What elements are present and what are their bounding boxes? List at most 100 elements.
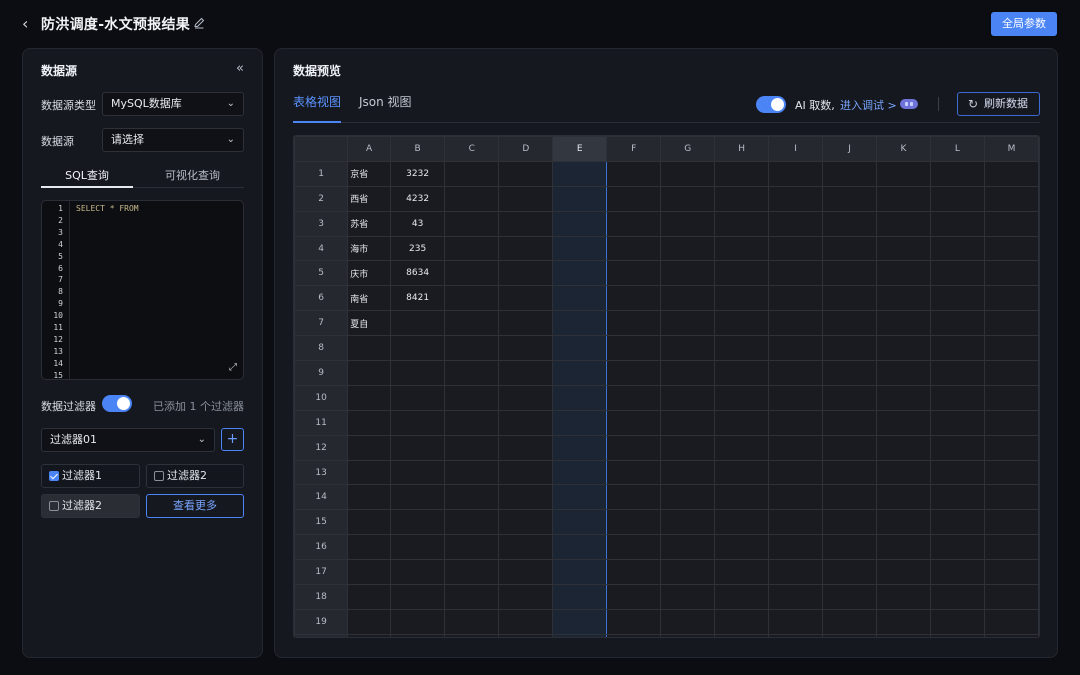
grid-cell[interactable] [660,559,716,586]
grid-cell[interactable] [875,360,931,386]
grid-cell[interactable] [875,608,931,635]
grid-cell[interactable] [606,384,662,411]
grid-cell[interactable] [389,534,446,561]
grid-cell[interactable] [389,459,446,486]
grid-cell[interactable] [714,584,770,610]
row-header[interactable]: 12 [294,434,349,461]
grid-cell[interactable]: 京省 [347,160,391,187]
grid-cell[interactable] [983,534,1039,561]
grid-cell[interactable] [875,235,931,262]
row-header[interactable]: 16 [294,534,349,561]
grid-cell[interactable] [606,335,662,362]
grid-cell[interactable] [552,459,608,486]
grid-cell[interactable] [714,459,770,486]
grid-cell[interactable] [714,509,770,536]
grid-cell[interactable] [347,509,391,536]
grid-cell[interactable] [606,160,662,187]
grid-cell[interactable] [498,185,554,212]
grid-cell[interactable] [606,235,662,262]
grid-cell[interactable] [822,285,877,312]
grid-cell[interactable] [822,335,877,362]
grid-cell[interactable] [444,235,500,262]
grid-cell[interactable] [875,559,931,586]
grid-cell[interactable] [929,260,985,287]
add-filter-button[interactable]: + [221,428,244,451]
grid-cell[interactable] [822,509,877,536]
grid-cell[interactable] [498,160,554,187]
grid-cell[interactable] [552,509,608,536]
column-header[interactable]: I [768,136,824,162]
grid-cell[interactable] [714,434,770,461]
grid-cell[interactable] [552,434,608,461]
grid-cell[interactable] [444,608,500,635]
grid-cell[interactable] [660,608,716,635]
grid-cell[interactable] [822,260,877,287]
grid-cell[interactable] [606,459,662,486]
grid-cell[interactable] [498,384,554,411]
grid-cell[interactable] [552,534,608,561]
grid-cell[interactable] [660,409,716,436]
grid-cell[interactable]: 苏省 [347,210,391,237]
grid-cell[interactable] [347,633,391,637]
grid-cell[interactable] [714,310,770,337]
checkbox-icon[interactable] [49,501,59,511]
spreadsheet-grid[interactable]: A B C D E F G H I J K L M 1 京省 3232 2 西省 4232 3 苏省 43 4 海市 235 5 庆… [293,135,1040,638]
grid-cell[interactable] [660,534,716,561]
grid-cell[interactable] [822,534,877,561]
row-header[interactable]: 6 [294,285,349,312]
grid-corner[interactable] [294,136,349,162]
grid-cell[interactable] [552,210,608,237]
grid-cell[interactable] [389,559,446,586]
grid-cell[interactable] [983,559,1039,586]
grid-cell[interactable] [660,633,716,637]
grid-cell[interactable] [768,484,824,511]
grid-cell[interactable] [389,310,446,337]
grid-cell[interactable] [929,384,985,411]
grid-cell[interactable] [347,559,391,586]
source-type-select[interactable]: MySQL数据库 ⌄ [102,92,244,116]
grid-cell[interactable] [875,434,931,461]
row-header[interactable]: 19 [294,608,349,635]
grid-cell[interactable] [822,584,877,610]
grid-cell[interactable] [875,335,931,362]
grid-cell[interactable] [498,260,554,287]
grid-cell[interactable] [983,335,1039,362]
grid-cell[interactable] [714,559,770,586]
grid-cell[interactable] [768,633,824,637]
grid-cell[interactable] [822,384,877,411]
grid-cell[interactable] [444,633,500,637]
grid-cell[interactable] [444,434,500,461]
grid-cell[interactable] [768,185,824,212]
grid-cell[interactable] [875,633,931,637]
grid-cell[interactable] [768,160,824,187]
grid-cell[interactable] [929,534,985,561]
grid-cell[interactable] [660,335,716,362]
column-header[interactable]: K [875,136,931,162]
grid-cell[interactable] [875,210,931,237]
column-header[interactable]: C [444,136,500,162]
column-header[interactable]: G [660,136,716,162]
grid-cell[interactable] [606,260,662,287]
grid-cell[interactable] [768,584,824,610]
grid-cell[interactable] [347,434,391,461]
grid-cell[interactable] [983,608,1039,635]
grid-cell[interactable] [389,509,446,536]
grid-cell[interactable]: 8421 [389,285,446,312]
grid-cell[interactable] [875,484,931,511]
grid-cell[interactable] [606,509,662,536]
grid-cell[interactable] [768,534,824,561]
grid-cell[interactable] [606,185,662,212]
grid-cell[interactable] [552,384,608,411]
grid-cell[interactable] [929,484,985,511]
grid-cell[interactable] [983,434,1039,461]
grid-cell[interactable]: 西省 [347,185,391,212]
grid-cell[interactable] [552,160,608,187]
grid-cell[interactable] [660,434,716,461]
expand-icon[interactable]: ⤢ [229,362,237,373]
grid-cell[interactable] [768,459,824,486]
grid-cell[interactable] [768,434,824,461]
grid-cell[interactable] [929,185,985,212]
grid-cell[interactable] [714,335,770,362]
ai-robot-icon[interactable] [900,99,918,109]
grid-cell[interactable] [347,409,391,436]
